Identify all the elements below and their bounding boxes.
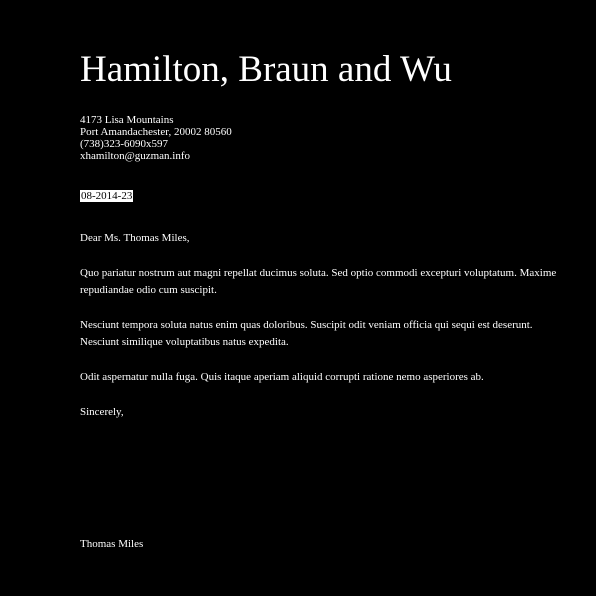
- letter-date: 08-2014-23: [80, 190, 134, 202]
- address-email: xhamilton@guzman.info: [80, 150, 191, 162]
- closing: Sincerely,: [80, 406, 124, 418]
- body-paragraph-3: Odit aspernatur nulla fuga. Quis itaque …: [80, 371, 484, 383]
- letter-page: Hamilton, Braun and Wu 4173 Lisa Mountai…: [80, 0, 560, 596]
- address-phone: (738)323-6090x597: [80, 138, 168, 150]
- address-city-line: Port Amandachester, 20002 80560: [80, 126, 232, 138]
- salutation: Dear Ms. Thomas Miles,: [80, 232, 190, 244]
- address-street: 4173 Lisa Mountains: [80, 114, 174, 126]
- company-name: Hamilton, Braun and Wu: [80, 49, 452, 90]
- body-paragraph-1: Quo pariatur nostrum aut magni repellat …: [80, 267, 557, 296]
- body-paragraph-2: Nesciunt tempora soluta natus enim quas …: [80, 319, 533, 348]
- address-block: 4173 Lisa Mountains Port Amandachester, …: [80, 114, 232, 162]
- signature-name: Thomas Miles: [80, 538, 144, 550]
